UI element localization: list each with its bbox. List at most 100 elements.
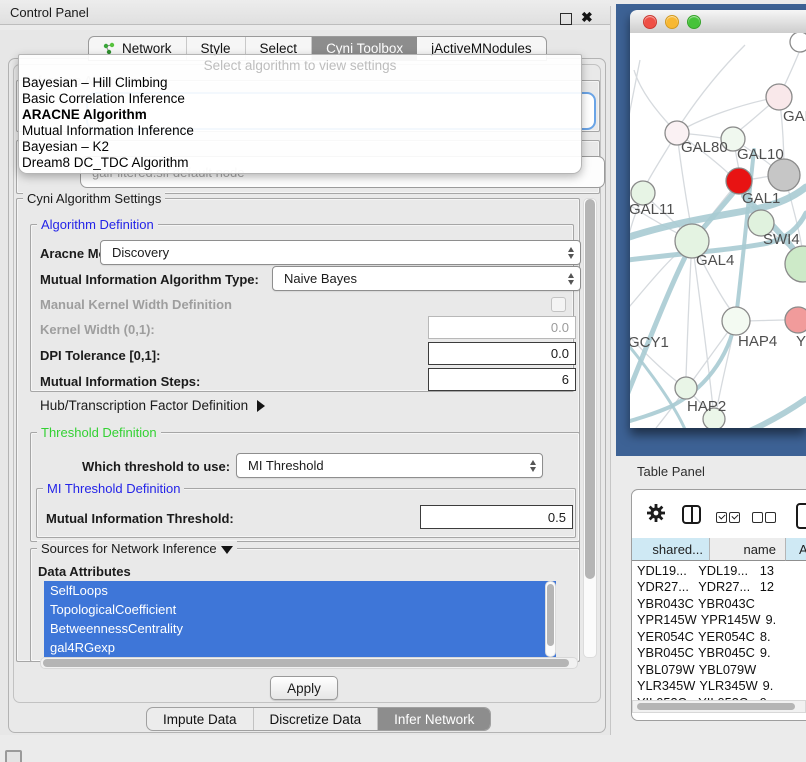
table-cell: 8. <box>755 629 806 644</box>
hub-definition-expander[interactable]: Hub/Transcription Factor Definition <box>40 398 265 413</box>
attribute-list-item[interactable]: SelfLoops <box>44 581 556 600</box>
network-node-label: GAL10 <box>737 146 784 163</box>
network-node[interactable] <box>675 377 697 399</box>
network-node[interactable] <box>766 84 792 110</box>
network-node-label: HAP2 <box>687 398 726 415</box>
collapsed-panel-icon[interactable] <box>5 750 22 762</box>
attribute-list-item[interactable]: gal4RGexp <box>44 638 556 657</box>
manual-kernel-label: Manual Kernel Width Definition <box>40 297 232 312</box>
network-node-label: GAL11 <box>630 201 675 218</box>
column-header-shared-name[interactable]: shared... <box>632 538 710 561</box>
algorithm-option[interactable]: Basic Correlation Inference <box>22 91 578 107</box>
apply-button[interactable]: Apply <box>270 676 338 700</box>
which-threshold-combobox[interactable]: MI Threshold <box>236 453 543 478</box>
table-cell: 9. <box>755 645 806 660</box>
column-header-partial[interactable]: A <box>786 538 806 561</box>
manual-kernel-checkbox[interactable] <box>551 297 566 312</box>
unchecked-box-icon[interactable] <box>752 512 763 523</box>
table-cell: YLR345W <box>632 678 695 693</box>
zoom-icon[interactable] <box>687 15 701 29</box>
table-icon[interactable] <box>796 503 806 529</box>
settings-vscrollbar[interactable] <box>583 198 597 658</box>
table-cell: YBR043C <box>694 596 755 611</box>
network-node-label: SWI4 <box>763 231 800 248</box>
which-threshold-value: MI Threshold <box>248 458 324 473</box>
mi-threshold-group-title: MI Threshold Definition <box>43 481 184 496</box>
table-panel-title: Table Panel <box>637 464 705 479</box>
network-node[interactable] <box>785 307 806 333</box>
checked-box-icon[interactable] <box>729 512 740 523</box>
settings-hscrollbar[interactable] <box>40 657 578 669</box>
table-rows[interactable]: YDL19...YDL19...13YDR27...YDR27...12YBR0… <box>632 562 806 700</box>
table-cell: YDL19... <box>632 563 694 578</box>
table-row[interactable]: YER054CYER054C8. <box>632 628 806 645</box>
mi-threshold-field[interactable]: 0.5 <box>420 505 573 529</box>
table-row[interactable]: YPR145WYPR145W9. <box>632 612 806 629</box>
network-window-titlebar[interactable] <box>630 10 806 34</box>
columns-icon[interactable] <box>682 505 701 524</box>
table-row[interactable]: YBR043CYBR043C <box>632 595 806 612</box>
data-attributes-list: SelfLoopsTopologicalCoefficientBetweenne… <box>44 581 556 657</box>
table-cell: YDL19... <box>694 563 754 578</box>
cyni-settings-group-title: Cyni Algorithm Settings <box>23 191 165 206</box>
network-node[interactable] <box>790 33 806 52</box>
close-icon[interactable] <box>643 15 657 29</box>
minimize-icon[interactable] <box>665 15 679 29</box>
table-row[interactable]: YBR045CYBR045C9. <box>632 645 806 662</box>
column-header-name[interactable]: name <box>710 538 786 561</box>
stepper-arrows-icon <box>568 273 574 285</box>
network-node[interactable] <box>768 159 800 191</box>
table-cell: YER054C <box>694 629 755 644</box>
algorithm-option[interactable]: Bayesian – Hill Climbing <box>22 75 578 91</box>
network-node[interactable] <box>722 307 750 335</box>
table-hscrollbar[interactable] <box>632 700 806 713</box>
table-row[interactable]: YLR345WYLR345W9. <box>632 678 806 695</box>
attributes-scrollbar[interactable] <box>545 581 556 657</box>
tab-discretize-data[interactable]: Discretize Data <box>254 708 379 730</box>
table-row[interactable]: YDL19...YDL19...13 <box>632 562 806 579</box>
mi-type-combobox[interactable]: Naive Bayes <box>272 266 581 291</box>
which-threshold-label: Which threshold to use: <box>82 459 230 474</box>
sources-group-title[interactable]: Sources for Network Inference <box>37 541 237 556</box>
tab-impute-data[interactable]: Impute Data <box>147 708 254 730</box>
float-window-icon[interactable] <box>560 13 572 25</box>
attribute-list-item[interactable]: TopologicalCoefficient <box>44 600 556 619</box>
mi-steps-field[interactable]: 6 <box>428 368 576 391</box>
table-cell: 9. <box>758 678 806 693</box>
control-panel-title: Control Panel <box>10 5 89 20</box>
screenshot-root: Control Panel ✖ Network Style Select Cyn… <box>0 0 806 762</box>
table-row[interactable]: YBL079WYBL079W <box>632 661 806 678</box>
table-cell: YDR27... <box>632 579 694 594</box>
network-node-label: GAL <box>783 108 806 125</box>
algorithm-list: Bayesian – Hill ClimbingBasic Correlatio… <box>22 75 578 171</box>
tab-infer-network[interactable]: Infer Network <box>378 708 490 730</box>
stepper-arrows-icon <box>530 460 536 472</box>
attribute-list-item[interactable]: BetweennessCentrality <box>44 619 556 638</box>
network-node[interactable] <box>785 246 806 282</box>
table-cell: 9. <box>761 612 806 627</box>
network-edge[interactable] <box>686 241 692 377</box>
network-edge[interactable] <box>682 45 745 122</box>
algorithm-option[interactable]: ARACNE Algorithm <box>22 107 578 123</box>
table-row[interactable]: YDR27...YDR27...12 <box>632 579 806 596</box>
kernel-width-field[interactable]: 0.0 <box>428 316 576 339</box>
dpi-tolerance-field[interactable]: 0.0 <box>428 342 576 365</box>
close-icon[interactable]: ✖ <box>581 9 593 25</box>
network-edge-thick[interactable] <box>718 399 806 428</box>
algorithm-option[interactable]: Mutual Information Inference <box>22 123 578 139</box>
network-graph[interactable]: GALGAL80GAL10GAL1GAL11SWI4GAL4GCY1HAP4YH… <box>630 33 806 428</box>
algorithm-option[interactable]: Dream8 DC_TDC Algorithm <box>22 155 578 171</box>
aracne-mode-combobox[interactable]: Discovery <box>100 240 581 265</box>
algorithm-option[interactable]: Bayesian – K2 <box>22 139 578 155</box>
unchecked-box-icon[interactable] <box>765 512 776 523</box>
window-divider <box>610 6 611 735</box>
network-node-label: GAL80 <box>681 139 728 156</box>
network-node-label: GAL4 <box>696 252 734 269</box>
table-cell: YBR043C <box>632 596 694 611</box>
network-node-label: HAP4 <box>738 333 777 350</box>
expand-right-icon <box>257 400 265 412</box>
checked-box-icon[interactable] <box>716 512 727 523</box>
algorithm-dropdown-popup: Select algorithm to view settings Bayesi… <box>18 54 582 174</box>
algorithm-dropdown-placeholder: Select algorithm to view settings <box>19 58 581 73</box>
gear-icon[interactable] <box>646 503 666 523</box>
